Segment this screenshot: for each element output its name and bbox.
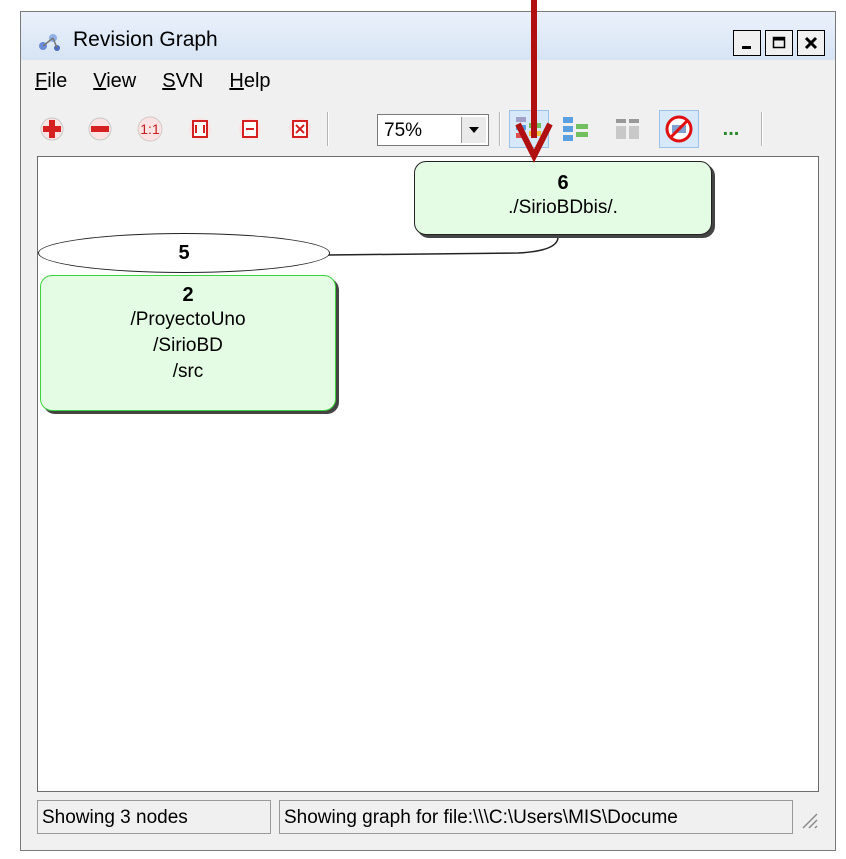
status-bar: Showing 3 nodes Showing graph for file:\… [37, 796, 819, 838]
revision-node-2[interactable]: 2 /ProyectoUno /SirioBD /src [40, 275, 336, 411]
status-node-count: Showing 3 nodes [37, 800, 271, 834]
menu-file-label: ile [47, 70, 68, 92]
maximize-button[interactable] [765, 30, 793, 56]
revision-node-6[interactable]: 6 ./SirioBDbis/. [414, 161, 712, 235]
menu-help[interactable]: Help [215, 64, 282, 100]
top-down-layout-button[interactable] [561, 114, 591, 144]
zoom-dropdown-button[interactable] [461, 117, 486, 143]
zoom-actual-size-button[interactable]: 1:1 [135, 114, 165, 144]
actual-size-label: 1:1 [140, 121, 160, 137]
zoom-in-button[interactable] [37, 114, 67, 144]
node-path: ./SirioBDbis/. [508, 197, 618, 218]
menu-svn-label: VN [175, 70, 204, 92]
plus-icon [40, 117, 64, 141]
menu-view[interactable]: View [79, 64, 148, 100]
menu-svn-mnemonic: S [162, 70, 176, 92]
node-path: /ProyectoUno [130, 309, 246, 330]
tag-revision: 5 [178, 242, 190, 264]
group-branches-icon [516, 117, 541, 138]
node-path: /src [172, 361, 204, 382]
menu-view-label: iew [106, 70, 137, 92]
menu-bar: File View SVN Help [21, 64, 283, 100]
menu-help-label: elp [243, 70, 271, 92]
layout-icon [563, 117, 588, 141]
node-path: /SirioBD [153, 335, 223, 356]
revision-tag-5[interactable]: 5 [38, 233, 330, 273]
group-branches-button[interactable] [509, 110, 549, 148]
fit-window-icon [289, 118, 311, 140]
zoom-value: 75% [384, 120, 423, 141]
close-button[interactable] [797, 30, 825, 56]
resize-grip-icon[interactable] [797, 808, 819, 834]
fit-width-button[interactable] [185, 114, 215, 144]
menu-view-mnemonic: V [93, 70, 107, 92]
zoom-select[interactable]: 75% [377, 114, 489, 146]
hide-deleted-button[interactable] [659, 110, 699, 148]
fit-height-icon [239, 118, 261, 140]
status-file-path: Showing graph for file:\\\C:\Users\MIS\D… [279, 800, 793, 834]
edge-tag-to-node6 [327, 236, 559, 256]
title-bar[interactable]: Revision Graph [21, 12, 835, 60]
minimize-button[interactable] [733, 30, 761, 56]
toolbar: 1:1 75% ... [21, 104, 835, 154]
menu-file-mnemonic: F [35, 70, 48, 92]
close-icon [804, 36, 818, 50]
window-title: Revision Graph [73, 28, 218, 51]
fit-width-icon [189, 118, 211, 140]
toolbar-separator [499, 112, 501, 146]
graph-canvas[interactable]: 6 ./SirioBDbis/. 5 2 /ProyectoUno /Sirio… [37, 156, 819, 792]
no-entry-icon [665, 115, 693, 143]
zoom-out-button[interactable] [85, 114, 115, 144]
fit-window-button[interactable] [285, 114, 315, 144]
more-options-button[interactable]: ... [711, 110, 751, 148]
node-revision: 6 [557, 172, 569, 194]
chevron-down-icon [469, 127, 479, 133]
menu-svn[interactable]: SVN [148, 64, 215, 100]
revision-graph-app-icon [39, 34, 60, 51]
more-label: ... [722, 117, 740, 140]
menu-help-mnemonic: H [229, 70, 244, 92]
minus-icon [88, 117, 112, 141]
menu-file[interactable]: File [21, 64, 79, 100]
show-heads-button[interactable] [613, 114, 643, 144]
maximize-icon [772, 36, 786, 49]
toolbar-separator [761, 112, 763, 146]
node-revision: 2 [182, 284, 194, 306]
toolbar-separator [327, 112, 329, 146]
heads-icon [616, 119, 639, 139]
revision-graph-window: Revision Graph File View SVN Help 1:1 75… [20, 11, 836, 851]
minimize-icon [742, 46, 751, 49]
fit-height-button[interactable] [235, 114, 265, 144]
